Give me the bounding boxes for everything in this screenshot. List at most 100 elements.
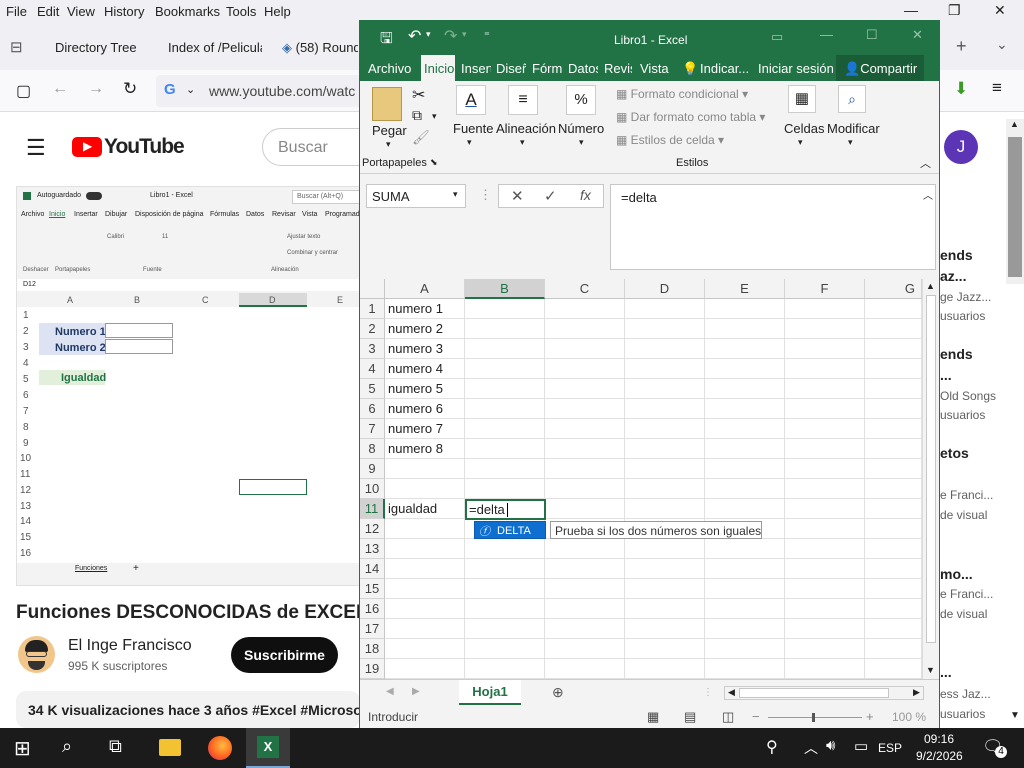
cell[interactable]	[465, 419, 545, 439]
tab-youtube[interactable]: ◈ (58) Round	[282, 40, 358, 56]
cell[interactable]	[625, 359, 705, 379]
cell[interactable]	[785, 519, 865, 539]
row-header[interactable]: 2	[360, 319, 385, 339]
modify-button[interactable]: Modificar	[827, 121, 880, 136]
ribbon-options-icon[interactable]: ▭	[771, 29, 783, 45]
row-header[interactable]: 5	[360, 379, 385, 399]
tab-insertar[interactable]: Insert	[461, 61, 491, 76]
tab-list-icon[interactable]: ⊟	[10, 38, 23, 56]
cell[interactable]	[465, 639, 545, 659]
cell[interactable]	[865, 659, 922, 679]
horizontal-scrollbar[interactable]: ◀ ▶	[724, 686, 924, 700]
alignment-icon[interactable]: ≡	[508, 85, 538, 115]
rec-item-title[interactable]: etos	[940, 445, 969, 461]
col-header-g[interactable]: G	[865, 279, 922, 299]
cell[interactable]	[545, 599, 625, 619]
cell[interactable]	[705, 339, 785, 359]
row-header[interactable]: 13	[360, 539, 385, 559]
col-header-a[interactable]: A	[385, 279, 465, 299]
cell[interactable]	[545, 379, 625, 399]
formula-input[interactable]: =delta ︿	[610, 184, 936, 270]
customize-qat-icon[interactable]: ⁼	[484, 29, 490, 42]
tab-index-peliculas[interactable]: Index of /Pelicula	[168, 40, 262, 55]
col-header-c[interactable]: C	[545, 279, 625, 299]
cell[interactable]	[705, 579, 785, 599]
zoom-slider[interactable]	[768, 717, 862, 718]
row-header[interactable]: 16	[360, 599, 385, 619]
cell[interactable]	[785, 559, 865, 579]
font-icon[interactable]: A	[456, 85, 486, 115]
add-sheet-icon[interactable]: ⊕	[552, 684, 564, 701]
hamburger-icon[interactable]: ☰	[26, 135, 46, 161]
cell[interactable]: numero 8	[385, 439, 465, 459]
enter-icon[interactable]: ✓	[544, 187, 557, 205]
menu-help[interactable]: Help	[264, 4, 291, 19]
menu-view[interactable]: View	[67, 4, 95, 19]
task-view-icon[interactable]: ⧉	[109, 736, 122, 757]
row-header[interactable]: 12	[360, 519, 385, 539]
undo-dropdown-icon[interactable]: ▾	[426, 29, 431, 40]
cell[interactable]	[545, 299, 625, 319]
cell[interactable]	[705, 659, 785, 679]
row-header[interactable]: 15	[360, 579, 385, 599]
cell[interactable]	[385, 519, 465, 539]
cell[interactable]	[865, 619, 922, 639]
redo-icon[interactable]: ↷	[444, 26, 457, 46]
cell[interactable]	[865, 319, 922, 339]
row-header[interactable]: 1	[360, 299, 385, 319]
paste-button[interactable]: Pegar	[372, 123, 407, 138]
cell[interactable]	[625, 559, 705, 579]
cell[interactable]	[625, 319, 705, 339]
cell[interactable]	[785, 479, 865, 499]
cell[interactable]	[705, 419, 785, 439]
modify-dropdown-icon[interactable]: ▾	[848, 137, 853, 148]
cell[interactable]	[625, 579, 705, 599]
cell[interactable]: igualdad	[385, 499, 465, 519]
cell[interactable]	[465, 479, 545, 499]
cell[interactable]	[865, 339, 922, 359]
number-format-icon[interactable]: %	[566, 85, 596, 115]
cell[interactable]	[785, 539, 865, 559]
language-indicator[interactable]: ESP	[878, 741, 902, 755]
cell[interactable]	[785, 459, 865, 479]
rec-item-title[interactable]: ends	[940, 346, 973, 362]
cell[interactable]	[705, 479, 785, 499]
reload-icon[interactable]: ↻	[123, 79, 137, 99]
tab-formulas[interactable]: Fórm	[532, 61, 562, 76]
cell[interactable]	[865, 479, 922, 499]
cell[interactable]	[545, 399, 625, 419]
file-explorer-icon[interactable]	[159, 739, 181, 756]
page-break-icon[interactable]: ◫	[722, 709, 734, 725]
extension-icon[interactable]: ⬇	[954, 79, 968, 99]
cell[interactable]	[625, 599, 705, 619]
cell[interactable]	[545, 419, 625, 439]
cell[interactable]	[625, 539, 705, 559]
menu-file[interactable]: File	[6, 4, 27, 19]
font-dropdown-icon[interactable]: ▾	[467, 137, 472, 148]
copy-dropdown-icon[interactable]: ▾	[432, 111, 437, 122]
page-layout-icon[interactable]: ▤	[684, 709, 696, 725]
cells-icon[interactable]: ▦	[788, 85, 816, 113]
tell-me-input[interactable]: Indicar...	[700, 61, 749, 76]
cut-icon[interactable]: ✂	[412, 85, 425, 105]
sidebar-icon[interactable]: ▢	[16, 81, 31, 101]
cell[interactable]	[785, 419, 865, 439]
cell[interactable]	[545, 459, 625, 479]
cell[interactable]	[545, 339, 625, 359]
cell[interactable]	[465, 399, 545, 419]
firefox-icon[interactable]	[208, 736, 232, 760]
cell[interactable]	[705, 539, 785, 559]
tab-inicio[interactable]: Inicio	[421, 55, 455, 81]
rec-item-title[interactable]: az...	[940, 268, 966, 284]
cell[interactable]	[545, 499, 625, 519]
cell[interactable]	[465, 539, 545, 559]
prev-sheet-icon[interactable]: ◀	[386, 686, 394, 697]
menu-bookmarks[interactable]: Bookmarks	[155, 4, 220, 19]
alignment-dropdown-icon[interactable]: ▾	[520, 137, 525, 148]
tab-revisar[interactable]: Revis	[604, 61, 632, 76]
col-header-f[interactable]: F	[785, 279, 865, 299]
cell[interactable]	[705, 559, 785, 579]
cell[interactable]: numero 2	[385, 319, 465, 339]
cell[interactable]	[385, 599, 465, 619]
cell[interactable]	[785, 319, 865, 339]
